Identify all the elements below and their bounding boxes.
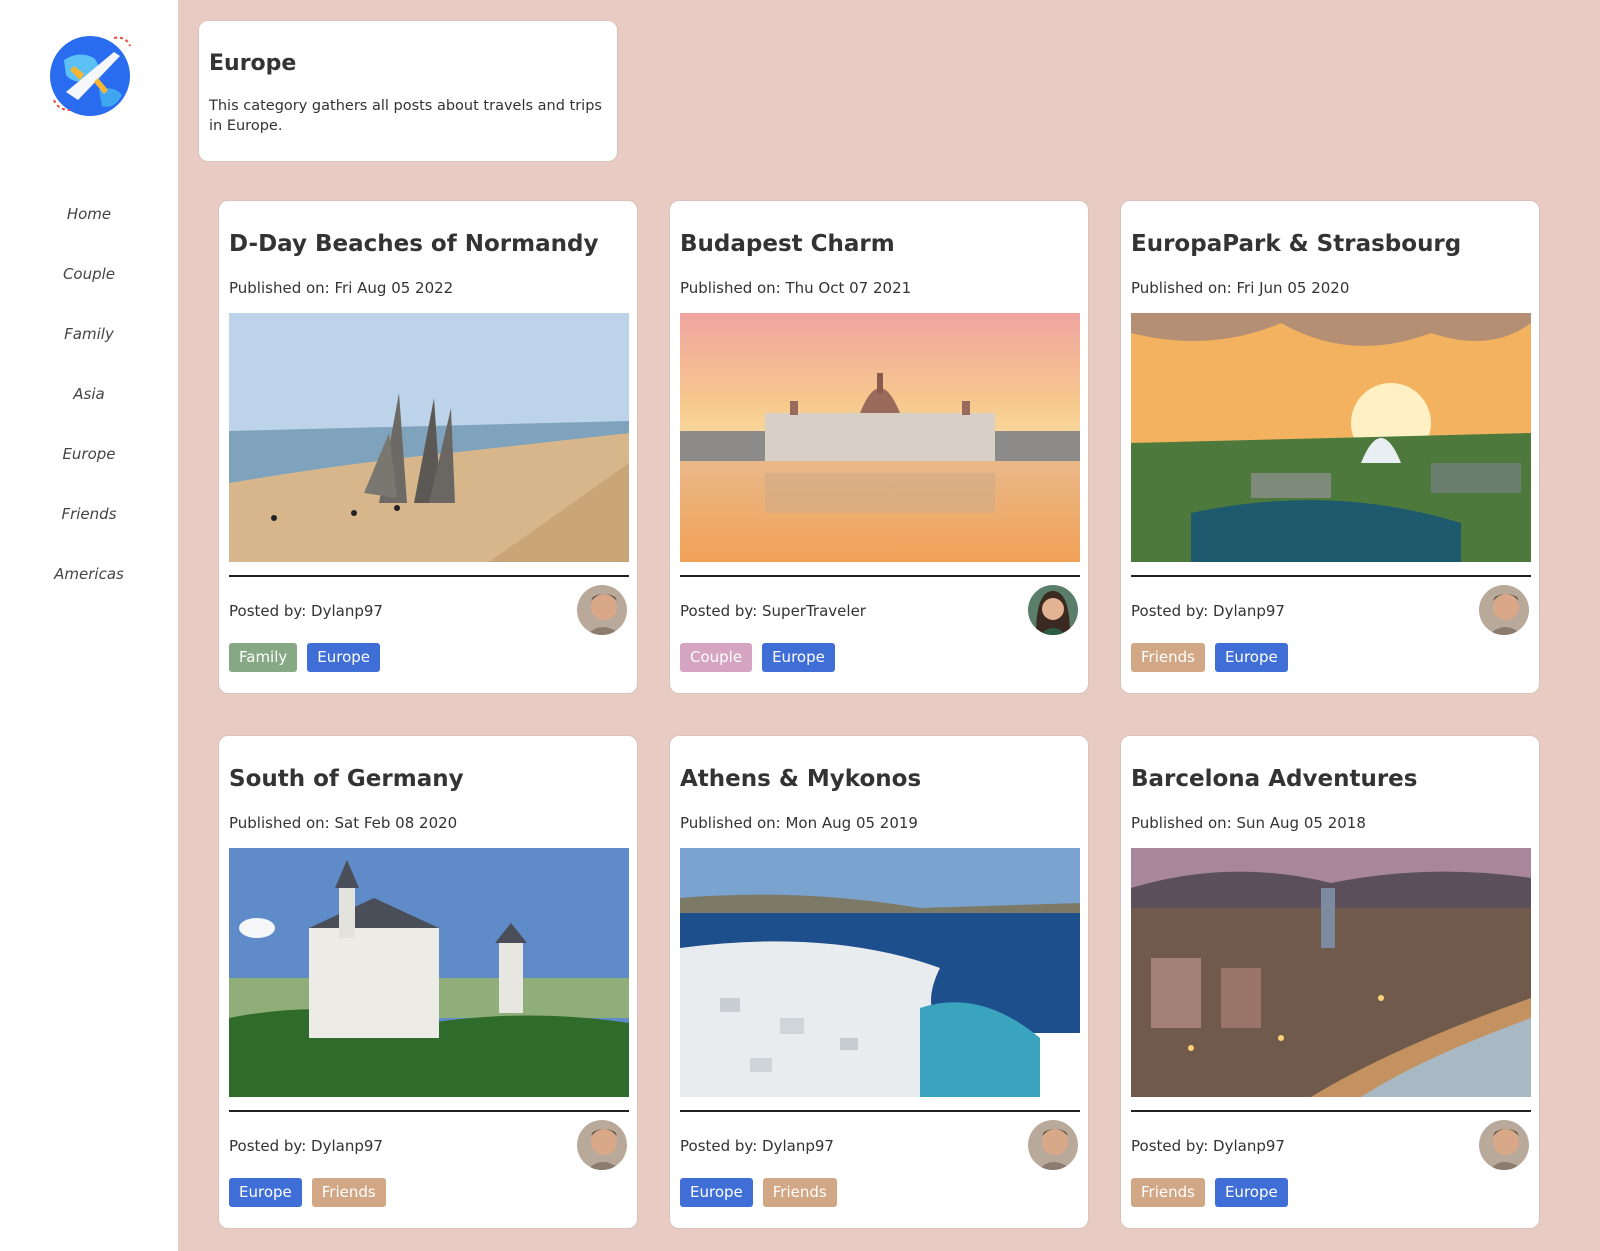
tag-europe[interactable]: Europe bbox=[1214, 643, 1288, 672]
author-avatar[interactable] bbox=[1028, 585, 1078, 635]
tag-family[interactable]: Family bbox=[229, 643, 298, 672]
post-title[interactable]: Athens & Mykonos bbox=[680, 766, 921, 792]
post-tags: Couple Europe bbox=[680, 643, 835, 672]
post-title[interactable]: D-Day Beaches of Normandy bbox=[229, 231, 598, 257]
nav-item-couple[interactable]: Couple bbox=[0, 260, 178, 320]
post-date: Published on: Mon Aug 05 2019 bbox=[680, 814, 918, 832]
post-card[interactable]: EuropaPark & Strasbourg Published on: Fr… bbox=[1120, 200, 1540, 694]
tag-friends[interactable]: Friends bbox=[762, 1178, 837, 1207]
post-card[interactable]: Barcelona Adventures Published on: Sun A… bbox=[1120, 735, 1540, 1229]
post-author: Posted by: SuperTraveler bbox=[680, 602, 866, 620]
post-author: Posted by: Dylanp97 bbox=[680, 1137, 834, 1155]
tag-europe[interactable]: Europe bbox=[229, 1178, 302, 1207]
nav-item-americas[interactable]: Americas bbox=[0, 560, 178, 620]
post-title[interactable]: South of Germany bbox=[229, 766, 464, 792]
post-image-budapest-parliament[interactable] bbox=[680, 313, 1080, 562]
nav-item-friends[interactable]: Friends bbox=[0, 500, 178, 560]
post-title[interactable]: EuropaPark & Strasbourg bbox=[1131, 231, 1461, 257]
author-avatar[interactable] bbox=[1479, 585, 1529, 635]
author-avatar[interactable] bbox=[577, 585, 627, 635]
post-title[interactable]: Barcelona Adventures bbox=[1131, 766, 1417, 792]
airplane-globe-logo[interactable] bbox=[44, 30, 136, 122]
tag-europe[interactable]: Europe bbox=[1214, 1178, 1288, 1207]
post-tags: Family Europe bbox=[229, 643, 381, 672]
post-date: Published on: Sat Feb 08 2020 bbox=[229, 814, 458, 832]
author-avatar[interactable] bbox=[1028, 1120, 1078, 1170]
post-tags: Friends Europe bbox=[1131, 643, 1288, 672]
sidebar-nav: Home Couple Family Asia Europe Friends A… bbox=[0, 200, 178, 620]
divider bbox=[229, 1110, 629, 1112]
post-image-mykonos-town[interactable] bbox=[680, 848, 1080, 1097]
post-card[interactable]: South of Germany Published on: Sat Feb 0… bbox=[218, 735, 638, 1229]
post-author: Posted by: Dylanp97 bbox=[1131, 1137, 1285, 1155]
nav-item-asia[interactable]: Asia bbox=[0, 380, 178, 440]
category-header: Europe This category gathers all posts a… bbox=[198, 20, 618, 162]
sidebar: Home Couple Family Asia Europe Friends A… bbox=[0, 0, 178, 1251]
category-description: This category gathers all posts about tr… bbox=[209, 98, 602, 134]
post-tags: Europe Friends bbox=[680, 1178, 837, 1207]
post-date: Published on: Thu Oct 07 2021 bbox=[680, 279, 912, 297]
post-tags: Europe Friends bbox=[229, 1178, 386, 1207]
post-tags: Friends Europe bbox=[1131, 1178, 1288, 1207]
author-avatar[interactable] bbox=[1479, 1120, 1529, 1170]
divider bbox=[229, 575, 629, 577]
post-image-europapark[interactable] bbox=[1131, 313, 1531, 562]
post-date: Published on: Sun Aug 05 2018 bbox=[1131, 814, 1366, 832]
tag-friends[interactable]: Friends bbox=[1131, 1178, 1205, 1207]
author-avatar[interactable] bbox=[577, 1120, 627, 1170]
post-date: Published on: Fri Aug 05 2022 bbox=[229, 279, 454, 297]
tag-europe[interactable]: Europe bbox=[307, 643, 381, 672]
post-date: Published on: Fri Jun 05 2020 bbox=[1131, 279, 1350, 297]
post-card[interactable]: D-Day Beaches of Normandy Published on: … bbox=[218, 200, 638, 694]
divider bbox=[1131, 1110, 1531, 1112]
nav-item-europe[interactable]: Europe bbox=[0, 440, 178, 500]
post-author: Posted by: Dylanp97 bbox=[229, 1137, 383, 1155]
post-image-neuschwanstein-castle[interactable] bbox=[229, 848, 629, 1097]
post-image-normandy-beach[interactable] bbox=[229, 313, 629, 562]
divider bbox=[680, 575, 1080, 577]
tag-europe[interactable]: Europe bbox=[762, 643, 835, 672]
post-image-barcelona-night[interactable] bbox=[1131, 848, 1531, 1097]
nav-item-family[interactable]: Family bbox=[0, 320, 178, 380]
tag-friends[interactable]: Friends bbox=[1131, 643, 1205, 672]
post-card[interactable]: Budapest Charm Published on: Thu Oct 07 … bbox=[669, 200, 1089, 694]
tag-couple[interactable]: Couple bbox=[680, 643, 753, 672]
divider bbox=[1131, 575, 1531, 577]
divider bbox=[680, 1110, 1080, 1112]
post-title[interactable]: Budapest Charm bbox=[680, 231, 895, 257]
main-content: Europe This category gathers all posts a… bbox=[178, 0, 1600, 1251]
tag-friends[interactable]: Friends bbox=[311, 1178, 386, 1207]
nav-item-home[interactable]: Home bbox=[0, 200, 178, 260]
post-author: Posted by: Dylanp97 bbox=[1131, 602, 1285, 620]
tag-europe[interactable]: Europe bbox=[680, 1178, 753, 1207]
post-card[interactable]: Athens & Mykonos Published on: Mon Aug 0… bbox=[669, 735, 1089, 1229]
post-author: Posted by: Dylanp97 bbox=[229, 602, 383, 620]
category-title: Europe bbox=[209, 51, 297, 76]
